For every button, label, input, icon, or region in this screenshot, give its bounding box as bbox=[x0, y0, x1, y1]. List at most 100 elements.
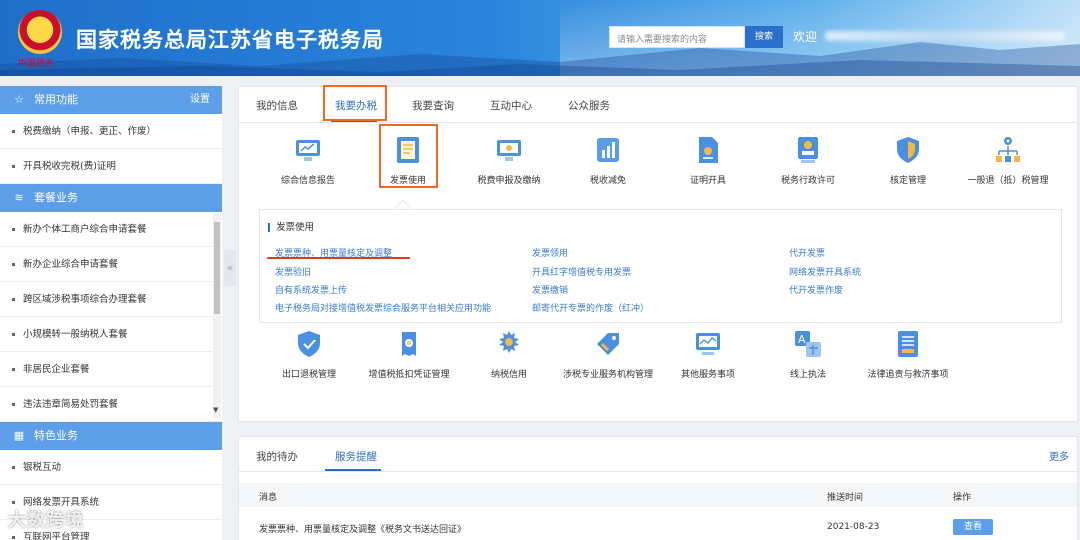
shield-check-icon bbox=[298, 331, 320, 357]
id-card-icon bbox=[798, 137, 818, 163]
service-label: 证明开具 bbox=[689, 176, 726, 186]
sidebar-item[interactable]: 小规模转一般纳税人套餐 bbox=[0, 317, 222, 352]
tab-query[interactable]: 我要查询 bbox=[412, 98, 454, 113]
invoice-subpanel: 发票使用 发票票种、用票量核定及调整 发票验旧 自有系统发票上传 电子税务局对接… bbox=[259, 209, 1062, 323]
notifications-panel: 我的待办 服务提醒 更多 消息 推送时间 操作 发票票种、用票量核定及调整《税务… bbox=[238, 436, 1078, 540]
tab-public-service[interactable]: 公众服务 bbox=[568, 98, 610, 113]
service-assessment[interactable]: 核定管理 bbox=[858, 136, 958, 187]
search-input[interactable]: 请输入需要搜索的内容 bbox=[609, 26, 745, 48]
service-label: 核定管理 bbox=[889, 176, 926, 186]
monitor-chart-icon bbox=[296, 140, 320, 161]
sidebar-item-label: 非居民企业套餐 bbox=[23, 364, 90, 375]
bullet-icon bbox=[12, 228, 15, 231]
time-cell: 2021-08-23 bbox=[827, 522, 880, 532]
tab-service-reminder[interactable]: 服务提醒 bbox=[335, 449, 377, 464]
service-label: 一般退（抵）税管理 bbox=[967, 176, 1049, 186]
scroll-down-arrow-icon[interactable]: ▼ bbox=[213, 406, 218, 414]
column-header: 消息 bbox=[259, 493, 278, 503]
bullet-icon bbox=[12, 263, 15, 266]
sidebar-item-label: 新办个体工商户综合申请套餐 bbox=[23, 224, 147, 235]
service-label: 税费申报及缴纳 bbox=[477, 176, 541, 186]
sidebar-item-label: 跨区域涉税事项综合办理套餐 bbox=[23, 294, 147, 305]
sidebar-item[interactable]: 开具税收完税(费)证明 bbox=[0, 149, 222, 184]
service-online-enforcement[interactable]: A 线上执法 bbox=[758, 330, 858, 381]
link-own-system-upload[interactable]: 自有系统发票上传 bbox=[275, 283, 347, 296]
blurred-username bbox=[825, 31, 1065, 41]
svg-text:A: A bbox=[798, 333, 806, 346]
service-vat-deduction[interactable]: 增值税抵扣凭证管理 bbox=[359, 330, 459, 381]
bullet-icon bbox=[12, 501, 15, 504]
tax-emblem-logo[interactable] bbox=[18, 10, 62, 54]
sidebar-item[interactable]: 银税互动 bbox=[0, 450, 222, 485]
sidebar-section-special[interactable]: ▦ 特色业务 bbox=[0, 422, 222, 450]
service-refund[interactable]: 一般退（抵）税管理 bbox=[958, 136, 1058, 187]
link-mail-invoice-void[interactable]: 邮寄代开专票的作废（红冲） bbox=[532, 301, 649, 314]
translate-icon: A bbox=[795, 331, 821, 357]
service-admin-license[interactable]: 税务行政许可 bbox=[758, 136, 858, 187]
bullet-icon bbox=[12, 536, 15, 539]
service-declaration-payment[interactable]: 税费申报及缴纳 bbox=[459, 136, 559, 187]
layers-icon: ≋ bbox=[14, 191, 24, 204]
sidebar-item[interactable]: 税费缴纳（申报、更正、作废） bbox=[0, 114, 222, 149]
annotation-underline bbox=[267, 257, 410, 259]
service-other[interactable]: 其他服务事项 bbox=[658, 330, 758, 381]
sidebar-item[interactable]: 非居民企业套餐 bbox=[0, 352, 222, 387]
sidebar-item[interactable]: 新办企业综合申请套餐 bbox=[0, 247, 222, 282]
bullet-icon bbox=[12, 403, 15, 406]
service-legal-remedy[interactable]: 法律追责与救济事项 bbox=[858, 330, 958, 381]
sidebar-item[interactable]: 违法违章简易处罚套餐 bbox=[0, 387, 222, 422]
sidebar-item-label: 新办企业综合申请套餐 bbox=[23, 259, 119, 270]
service-tax-relief[interactable]: 税收减免 bbox=[558, 136, 658, 187]
link-red-vat-invoice[interactable]: 开具红字增值税专用发票 bbox=[532, 265, 631, 278]
column-header: 推送时间 bbox=[827, 493, 864, 503]
tab-highlight-box bbox=[323, 85, 387, 121]
sidebar-item[interactable]: 新办个体工商户综合申请套餐 bbox=[0, 212, 222, 247]
org-tree-icon bbox=[996, 137, 1020, 162]
tab-interaction[interactable]: 互动中心 bbox=[490, 98, 532, 113]
view-button[interactable]: 查看 bbox=[953, 519, 993, 535]
sidebar-item-label: 银税互动 bbox=[23, 462, 62, 473]
medal-star-icon bbox=[499, 331, 519, 353]
service-label: 法律追责与救济事项 bbox=[867, 370, 949, 380]
subpanel-title: 发票使用 bbox=[268, 219, 314, 233]
monitor-icon bbox=[497, 140, 521, 161]
bullet-icon bbox=[12, 298, 15, 301]
bar-chart-icon bbox=[597, 138, 619, 162]
service-label: 其他服务事项 bbox=[680, 370, 735, 380]
sidebar-section-packages[interactable]: ≋ 套餐业务 bbox=[0, 184, 222, 212]
more-link[interactable]: 更多 bbox=[1049, 448, 1069, 463]
service-export-refund[interactable]: 出口退税管理 bbox=[259, 330, 359, 381]
sidebar: ☆ 常用功能 设置 税费缴纳（申报、更正、作废） 开具税收完税(费)证明 ≋ 套餐业… bbox=[0, 86, 222, 540]
sidebar-item-label: 税费缴纳（申报、更正、作废） bbox=[23, 126, 157, 137]
search-button[interactable]: 搜索 bbox=[745, 26, 783, 48]
link-invoice-check-old[interactable]: 发票验旧 bbox=[275, 265, 311, 278]
settings-link[interactable]: 设置 bbox=[190, 86, 210, 114]
link-proxy-invoice[interactable]: 代开发票 bbox=[789, 246, 825, 259]
scrollbar-thumb[interactable] bbox=[214, 222, 220, 314]
link-proxy-invoice-void[interactable]: 代开发票作废 bbox=[789, 283, 843, 296]
service-label: 增值税抵扣凭证管理 bbox=[368, 370, 450, 380]
link-vat-platform-integration[interactable]: 电子税务局对接增值税发票综合服务平台相关应用功能 bbox=[275, 301, 491, 314]
link-online-invoice-system[interactable]: 网络发票开具系统 bbox=[789, 265, 861, 278]
sidebar-section-common[interactable]: ☆ 常用功能 设置 bbox=[0, 86, 222, 114]
service-certificate[interactable]: 证明开具 bbox=[658, 136, 758, 187]
sidebar-item-label: 互联网平台管理 bbox=[23, 532, 90, 540]
message-cell[interactable]: 发票票种、用票量核定及调整《税务文书送达回证》 bbox=[259, 522, 466, 535]
table-row: 发票票种、用票量核定及调整《税务文书送达回证》 2021-08-23 查看 bbox=[239, 515, 1077, 540]
grid-icon: ▦ bbox=[13, 429, 25, 442]
sidebar-item-label: 开具税收完税(费)证明 bbox=[23, 161, 116, 172]
site-title: 国家税务总局江苏省电子税务局 bbox=[76, 28, 384, 52]
link-invoice-collect[interactable]: 发票领用 bbox=[532, 246, 568, 259]
service-agency-management[interactable]: 涉税专业服务机构管理 bbox=[558, 330, 658, 381]
tab-my-info[interactable]: 我的信息 bbox=[256, 98, 298, 113]
link-invoice-cancel[interactable]: 发票缴销 bbox=[532, 283, 568, 296]
sidebar-item[interactable]: 跨区域涉税事项综合办理套餐 bbox=[0, 282, 222, 317]
collapse-sidebar-button[interactable]: « bbox=[224, 250, 236, 286]
service-credit[interactable]: 纳税信用 bbox=[459, 330, 559, 381]
bullet-icon bbox=[12, 368, 15, 371]
sidebar-item-label: 违法违章简易处罚套餐 bbox=[23, 399, 119, 410]
service-label: 出口退税管理 bbox=[281, 370, 336, 380]
tab-my-todo[interactable]: 我的待办 bbox=[256, 449, 298, 464]
service-label: 纳税信用 bbox=[490, 370, 527, 380]
service-info-report[interactable]: 综合信息报告 bbox=[258, 136, 358, 187]
